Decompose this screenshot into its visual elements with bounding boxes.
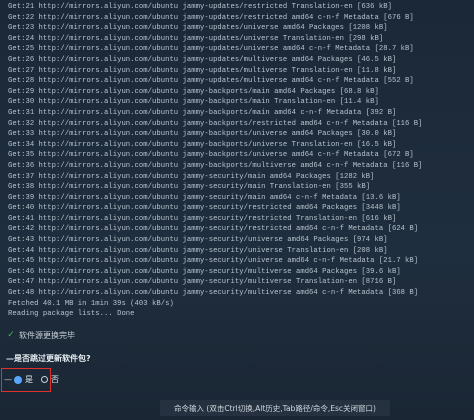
log-line: Get:29 http://mirrors.aliyun.com/ubuntu …	[8, 87, 379, 96]
command-bar-text: 命令输入 (双击Ctrl切换,Alt历史,Tab路径/命令,Esc关闭窗口)	[174, 403, 376, 413]
log-line: Get:47 http://mirrors.aliyun.com/ubuntu …	[8, 278, 397, 287]
log-line: Get:43 http://mirrors.aliyun.com/ubuntu …	[8, 236, 388, 245]
log-line: Get:22 http://mirrors.aliyun.com/ubuntu …	[8, 13, 414, 22]
terminal-window[interactable]: Get:21 http://mirrors.aliyun.com/ubuntu …	[0, 0, 474, 420]
log-line: Get:41 http://mirrors.aliyun.com/ubuntu …	[8, 214, 397, 223]
log-line: Get:33 http://mirrors.aliyun.com/ubuntu …	[8, 130, 397, 139]
log-line: Get:28 http://mirrors.aliyun.com/ubuntu …	[8, 77, 414, 86]
command-input-bar[interactable]: 命令输入 (双击Ctrl切换,Alt历史,Tab路径/命令,Esc关闭窗口)	[160, 400, 390, 416]
log-line: Get:46 http://mirrors.aliyun.com/ubuntu …	[8, 267, 401, 276]
log-line: Get:48 http://mirrors.aliyun.com/ubuntu …	[8, 289, 419, 298]
question-text: 是否跳过更新软件包?	[14, 353, 91, 363]
log-line: Get:36 http://mirrors.aliyun.com/ubuntu …	[8, 161, 423, 170]
log-line: Get:37 http://mirrors.aliyun.com/ubuntu …	[8, 172, 375, 181]
log-line: Get:23 http://mirrors.aliyun.com/ubuntu …	[8, 24, 388, 33]
option-no-label: 否	[51, 375, 59, 385]
log-line: Get:34 http://mirrors.aliyun.com/ubuntu …	[8, 140, 397, 149]
prompt-question: —是否跳过更新软件包?	[6, 353, 474, 364]
log-line: Get:26 http://mirrors.aliyun.com/ubuntu …	[8, 55, 397, 64]
log-line: Get:35 http://mirrors.aliyun.com/ubuntu …	[8, 151, 414, 160]
log-line: Get:39 http://mirrors.aliyun.com/ubuntu …	[8, 193, 401, 202]
log-line: Fetched 40.1 MB in 1min 39s (403 kB/s)	[8, 299, 174, 308]
success-line: ✓ 软件源更换完毕	[6, 330, 474, 341]
log-line: Get:30 http://mirrors.aliyun.com/ubuntu …	[8, 98, 379, 107]
log-line: Get:27 http://mirrors.aliyun.com/ubuntu …	[8, 66, 397, 75]
options-row: — 是 否	[1, 367, 474, 392]
log-line: Get:24 http://mirrors.aliyun.com/ubuntu …	[8, 34, 384, 43]
log-line: Reading package lists... Done	[8, 310, 135, 319]
log-line: Get:38 http://mirrors.aliyun.com/ubuntu …	[8, 183, 371, 192]
selection-highlight-box	[1, 367, 51, 392]
log-line: Get:45 http://mirrors.aliyun.com/ubuntu …	[8, 257, 419, 266]
log-line: Get:21 http://mirrors.aliyun.com/ubuntu …	[8, 3, 392, 11]
question-prefix: —	[6, 353, 14, 363]
log-line: Get:44 http://mirrors.aliyun.com/ubuntu …	[8, 246, 388, 255]
check-icon: ✓	[7, 329, 15, 340]
log-line: Get:42 http://mirrors.aliyun.com/ubuntu …	[8, 225, 419, 234]
log-line: Get:25 http://mirrors.aliyun.com/ubuntu …	[8, 45, 414, 54]
success-message: 软件源更换完毕	[19, 330, 75, 340]
log-line: Get:31 http://mirrors.aliyun.com/ubuntu …	[8, 108, 397, 117]
log-line: Get:32 http://mirrors.aliyun.com/ubuntu …	[8, 119, 423, 128]
terminal-log: Get:21 http://mirrors.aliyun.com/ubuntu …	[8, 2, 474, 320]
log-line: Get:40 http://mirrors.aliyun.com/ubuntu …	[8, 204, 401, 213]
